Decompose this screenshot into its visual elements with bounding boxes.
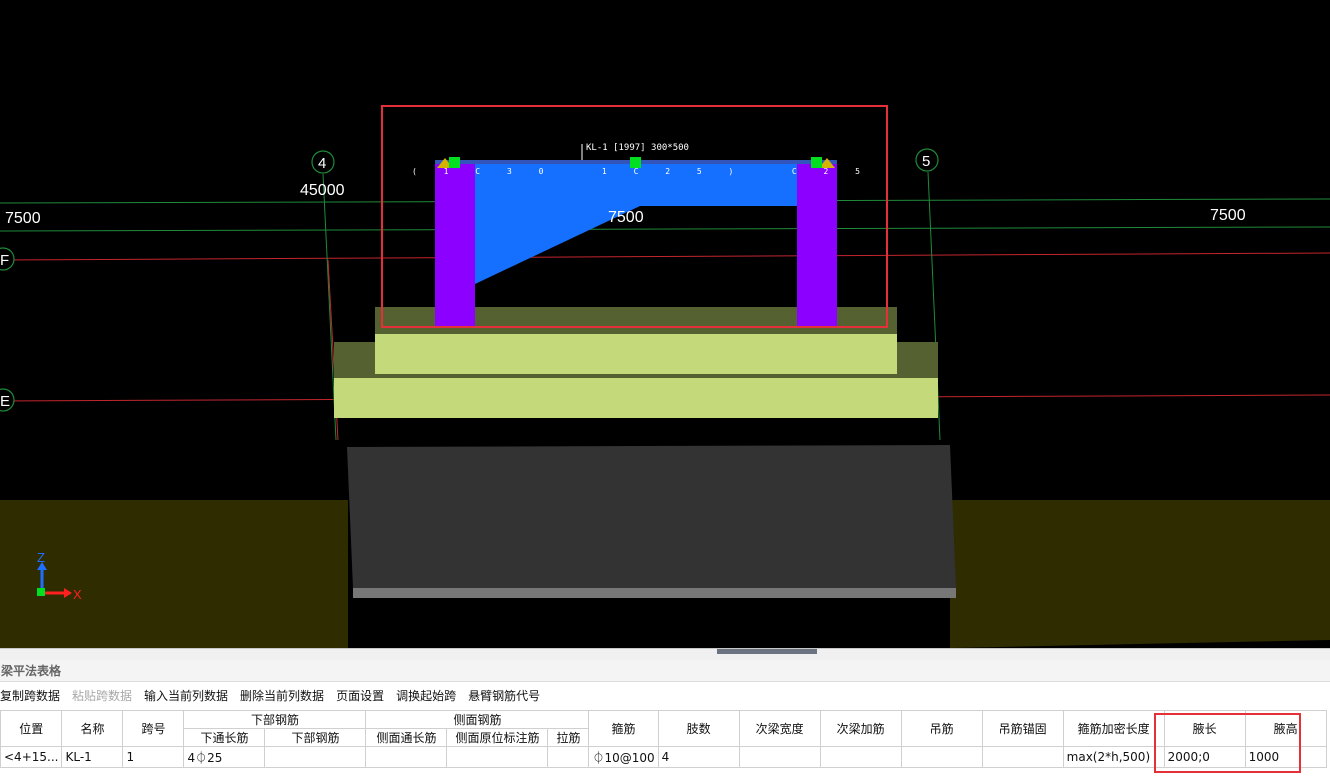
- cell-hanger[interactable]: [900, 746, 983, 768]
- cell-bottom-rebar[interactable]: [264, 746, 367, 768]
- header-side-in-situ[interactable]: 侧面原位标注筋: [446, 728, 549, 747]
- dim-right-span: 7500: [1210, 207, 1246, 224]
- table-row[interactable]: <4+15... KL-1 1 4⏀25 ⏀10@100 4 max(2*h,5…: [0, 746, 1327, 768]
- coord-origin: [37, 588, 45, 596]
- grid-line-green-2: [0, 226, 1330, 232]
- header-hanger-anchor[interactable]: 吊筋锚固: [981, 710, 1064, 747]
- foundation-edge: [353, 588, 956, 598]
- slab-top: [375, 334, 897, 374]
- axis-label-E: E: [0, 393, 10, 410]
- coord-z-label: Z: [37, 550, 45, 565]
- column-left: [435, 162, 475, 326]
- coord-x-label: X: [73, 587, 82, 602]
- header-legs[interactable]: 肢数: [657, 710, 740, 747]
- header-bottom-through[interactable]: 下通长筋: [183, 728, 266, 747]
- axis-label-F: F: [0, 252, 9, 269]
- header-span[interactable]: 跨号: [122, 710, 185, 747]
- panel-toolbar: 复制跨数据 粘贴跨数据 输入当前列数据 删除当前列数据 页面设置 调换起始跨 悬…: [0, 684, 552, 708]
- cantilever-rebar-code-button[interactable]: 悬臂钢筋代号: [468, 684, 546, 708]
- cell-tie[interactable]: [547, 746, 590, 768]
- header-position[interactable]: 位置: [0, 710, 63, 747]
- axis-label-4: 4: [318, 155, 326, 172]
- header-sec-width[interactable]: 次梁宽度: [738, 710, 821, 747]
- axis-label-5: 5: [922, 153, 930, 170]
- ground-left: [0, 500, 348, 648]
- panel-splitter[interactable]: [0, 648, 1330, 660]
- cell-hanger-anchor[interactable]: [981, 746, 1064, 768]
- foundation-block: [347, 445, 956, 588]
- beam-table-panel: 梁平法表格 复制跨数据 粘贴跨数据 输入当前列数据 删除当前列数据 页面设置 调…: [0, 660, 1330, 778]
- delete-column-data-button[interactable]: 删除当前列数据: [240, 684, 330, 708]
- cell-sec-add[interactable]: [819, 746, 902, 768]
- cell-name[interactable]: KL-1: [61, 746, 124, 768]
- grip-right[interactable]: [811, 157, 822, 168]
- copy-span-data-button[interactable]: 复制跨数据: [0, 684, 66, 708]
- cell-bottom-through[interactable]: 4⏀25: [183, 746, 266, 768]
- splitter-grip[interactable]: [717, 649, 817, 654]
- grip-left[interactable]: [449, 157, 460, 168]
- cell-haunch-length[interactable]: 2000;0: [1163, 746, 1246, 768]
- cell-stirrup[interactable]: ⏀10@100: [588, 746, 659, 768]
- header-stirrup[interactable]: 箍筋: [588, 710, 659, 747]
- beam-annotation-2: (1C30 1C25) C25: [412, 167, 860, 176]
- column-right: [797, 162, 837, 326]
- header-haunch-length[interactable]: 腋长: [1163, 710, 1246, 747]
- swap-start-span-button[interactable]: 调换起始跨: [396, 684, 462, 708]
- input-column-data-button[interactable]: 输入当前列数据: [144, 684, 234, 708]
- page-setup-button[interactable]: 页面设置: [336, 684, 390, 708]
- header-bottom-group: 下部钢筋: [183, 710, 367, 729]
- cell-dense-length[interactable]: max(2*h,500): [1062, 746, 1165, 768]
- dim-total: 45000: [300, 182, 345, 199]
- beam-table: 位置 名称 跨号 下部钢筋 侧面钢筋 箍筋 肢数 次梁宽度 次梁加筋 吊筋 吊筋…: [0, 710, 1327, 768]
- dim-left-span: 7500: [5, 210, 41, 227]
- header-side-group: 侧面钢筋: [365, 710, 590, 729]
- header-bottom-rebar[interactable]: 下部钢筋: [264, 728, 367, 747]
- 3d-viewport[interactable]: KL-1 [1997] 300*500 (1C30 1C25) C25 4 5 …: [0, 0, 1330, 648]
- paste-span-data-button[interactable]: 粘贴跨数据: [72, 684, 138, 708]
- ground-right: [950, 500, 1330, 648]
- header-haunch-height[interactable]: 腋高: [1244, 710, 1327, 747]
- header-name[interactable]: 名称: [61, 710, 124, 747]
- header-sec-add[interactable]: 次梁加筋: [819, 710, 902, 747]
- grid-line-red-F: [0, 252, 1330, 261]
- header-hanger[interactable]: 吊筋: [900, 710, 983, 747]
- slab-bottom: [334, 378, 938, 418]
- cell-span[interactable]: 1: [122, 746, 185, 768]
- cell-side-through[interactable]: [365, 746, 448, 768]
- header-side-through[interactable]: 侧面通长筋: [365, 728, 448, 747]
- header-tie[interactable]: 拉筋: [547, 728, 590, 747]
- cell-position[interactable]: <4+15...: [0, 746, 63, 768]
- beam-annotation-1: KL-1 [1997] 300*500: [586, 143, 689, 153]
- header-dense-length[interactable]: 箍筋加密长度: [1062, 710, 1165, 747]
- scene-canvas: KL-1 [1997] 300*500 (1C30 1C25) C25 4 5 …: [0, 143, 1330, 648]
- dim-mid-span: 7500: [608, 209, 644, 226]
- panel-title: 梁平法表格: [0, 660, 1330, 682]
- cell-haunch-height[interactable]: 1000: [1244, 746, 1327, 768]
- cell-legs[interactable]: 4: [657, 746, 740, 768]
- cell-side-in-situ[interactable]: [446, 746, 549, 768]
- cell-sec-width[interactable]: [738, 746, 821, 768]
